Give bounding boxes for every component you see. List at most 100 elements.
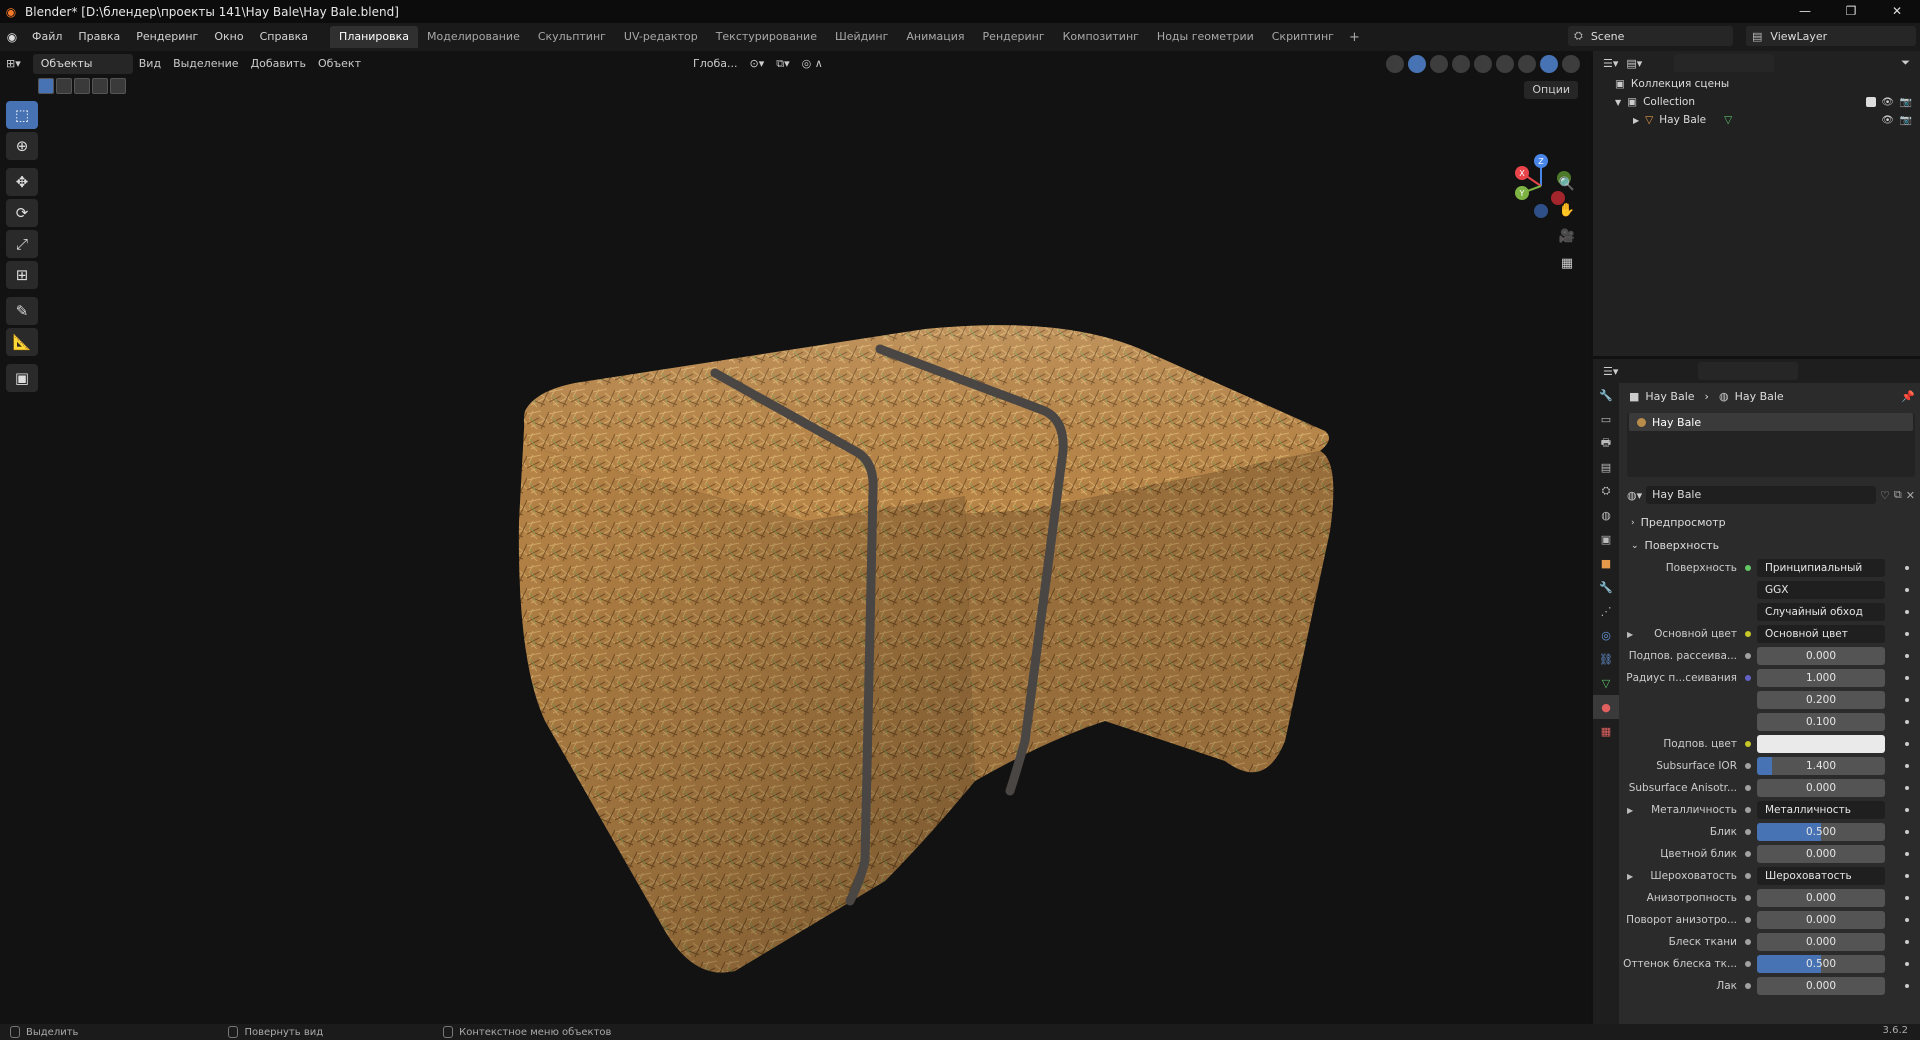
tab-texture-paint[interactable]: Текстурирование: [707, 26, 826, 48]
material-shading-icon[interactable]: [1518, 55, 1536, 73]
rendered-shading-icon[interactable]: [1540, 55, 1558, 73]
property-field[interactable]: 1.000: [1757, 669, 1885, 687]
socket-icon[interactable]: [1745, 653, 1751, 659]
tab-geometry-nodes[interactable]: Ноды геометрии: [1148, 26, 1263, 48]
socket-icon[interactable]: [1745, 895, 1751, 901]
maximize-icon[interactable]: ❐: [1828, 0, 1874, 23]
blender-menu-icon[interactable]: ◉: [0, 30, 24, 44]
unlink-material-icon[interactable]: ✕: [1906, 489, 1915, 502]
expand-icon[interactable]: ▶: [1627, 872, 1633, 881]
mesh-data-icon[interactable]: ▽: [1724, 114, 1732, 126]
display-mode-icon[interactable]: ▤▾: [1626, 57, 1642, 70]
solid-shading-icon[interactable]: [1496, 55, 1514, 73]
socket-icon[interactable]: [1745, 763, 1751, 769]
expand-icon[interactable]: ▶: [1627, 806, 1633, 815]
material-name-field[interactable]: Hay Bale: [1646, 486, 1877, 504]
socket-icon[interactable]: [1745, 917, 1751, 923]
tab-shading[interactable]: Шейдинг: [826, 26, 897, 48]
particles-tab-icon[interactable]: ⋰: [1593, 599, 1619, 623]
property-field[interactable]: 0.200: [1757, 691, 1885, 709]
material-tab-icon[interactable]: ●: [1593, 695, 1619, 719]
socket-icon[interactable]: [1745, 829, 1751, 835]
add-cube-tool-icon[interactable]: ▣: [6, 364, 38, 392]
menu-render[interactable]: Рендеринг: [128, 23, 206, 51]
property-field[interactable]: 0.100: [1757, 713, 1885, 731]
keyframe-dot-icon[interactable]: [1905, 852, 1909, 856]
socket-icon[interactable]: [1745, 565, 1751, 571]
proportional-edit-icon[interactable]: ◎ ∧: [796, 53, 829, 75]
wireframe-shading-icon[interactable]: [1474, 55, 1492, 73]
menu-window[interactable]: Окно: [206, 23, 251, 51]
snap-icon[interactable]: ⧉▾: [770, 53, 795, 75]
texture-tab-icon[interactable]: ▦: [1593, 719, 1619, 743]
outliner-search-input[interactable]: [1674, 54, 1775, 72]
menu-object[interactable]: Объект: [312, 53, 367, 75]
property-field[interactable]: GGX: [1757, 581, 1885, 599]
visibility-icon[interactable]: [1386, 55, 1404, 73]
scene-selector[interactable]: ⛭ Scene: [1568, 26, 1733, 46]
material-slot[interactable]: Hay Bale: [1629, 413, 1913, 431]
socket-icon[interactable]: [1745, 741, 1751, 747]
surface-panel-header[interactable]: ⌄ Поверхность: [1621, 534, 1920, 557]
tool-tab-icon[interactable]: 🔧: [1593, 383, 1619, 407]
property-field[interactable]: [1757, 735, 1885, 753]
pan-hand-icon[interactable]: ✋: [1557, 203, 1577, 223]
tab-sculpting[interactable]: Скульптинг: [529, 26, 615, 48]
select-new-icon[interactable]: [38, 78, 54, 94]
keyframe-dot-icon[interactable]: [1905, 742, 1909, 746]
editor-type-icon[interactable]: ⊞▾: [0, 53, 27, 75]
socket-icon[interactable]: [1745, 785, 1751, 791]
keyframe-dot-icon[interactable]: [1905, 940, 1909, 944]
fake-user-icon[interactable]: ♡: [1880, 489, 1890, 502]
property-field[interactable]: 0.500: [1757, 955, 1885, 973]
socket-icon[interactable]: [1745, 807, 1751, 813]
world-tab-icon[interactable]: ◍: [1593, 503, 1619, 527]
overlay-icon[interactable]: [1430, 55, 1448, 73]
socket-icon[interactable]: [1745, 631, 1751, 637]
expand-icon[interactable]: ▶: [1633, 116, 1639, 125]
scale-tool-icon[interactable]: ⤢: [6, 230, 38, 258]
property-field[interactable]: 0.000: [1757, 911, 1885, 929]
property-field[interactable]: 0.000: [1757, 779, 1885, 797]
collection-tab-icon[interactable]: ▣: [1593, 527, 1619, 551]
tab-layout[interactable]: Планировка: [330, 26, 419, 48]
material-slot-list[interactable]: Hay Bale: [1627, 413, 1915, 477]
gizmo-toggle-icon[interactable]: [1408, 55, 1426, 73]
keyframe-dot-icon[interactable]: [1905, 632, 1909, 636]
annotate-tool-icon[interactable]: ✎: [6, 297, 38, 325]
menu-select[interactable]: Выделение: [167, 53, 245, 75]
preview-panel-header[interactable]: › Предпросмотр: [1621, 511, 1920, 534]
property-field[interactable]: 1.400: [1757, 757, 1885, 775]
keyframe-dot-icon[interactable]: [1905, 588, 1909, 592]
menu-view[interactable]: Вид: [133, 53, 167, 75]
render-camera-icon[interactable]: 📷: [1900, 97, 1912, 108]
filter-icon[interactable]: ⏷: [1901, 56, 1910, 70]
tab-modeling[interactable]: Моделирование: [418, 26, 529, 48]
property-field[interactable]: 0.000: [1757, 845, 1885, 863]
constraints-tab-icon[interactable]: ⛓: [1593, 647, 1619, 671]
pin-icon[interactable]: 📌: [1901, 390, 1915, 403]
physics-tab-icon[interactable]: ◎: [1593, 623, 1619, 647]
tab-rendering[interactable]: Рендеринг: [974, 26, 1054, 48]
gizmo-neg-z-ball[interactable]: [1534, 204, 1548, 218]
eye-icon[interactable]: 👁: [1881, 97, 1894, 108]
property-field[interactable]: Металличность: [1757, 801, 1885, 819]
select-invert-icon[interactable]: [92, 78, 108, 94]
keyframe-dot-icon[interactable]: [1905, 676, 1909, 680]
zoom-icon[interactable]: 🔍: [1557, 177, 1577, 197]
property-field[interactable]: 0.000: [1757, 889, 1885, 907]
property-field[interactable]: 0.000: [1757, 647, 1885, 665]
keyframe-dot-icon[interactable]: [1905, 654, 1909, 658]
property-field[interactable]: 0.000: [1757, 977, 1885, 995]
add-workspace-button[interactable]: +: [1343, 30, 1366, 45]
transform-orientation-select[interactable]: Глоба...: [687, 53, 743, 75]
xray-icon[interactable]: [1452, 55, 1470, 73]
socket-icon[interactable]: [1745, 873, 1751, 879]
interaction-mode-select[interactable]: Объекты: [32, 54, 133, 74]
minimize-icon[interactable]: —: [1782, 0, 1828, 23]
pause-render-icon[interactable]: [1562, 55, 1580, 73]
view-layer-selector[interactable]: ▤ ViewLayer: [1746, 26, 1916, 46]
socket-icon[interactable]: [1745, 939, 1751, 945]
socket-icon[interactable]: [1745, 983, 1751, 989]
keyframe-dot-icon[interactable]: [1905, 808, 1909, 812]
